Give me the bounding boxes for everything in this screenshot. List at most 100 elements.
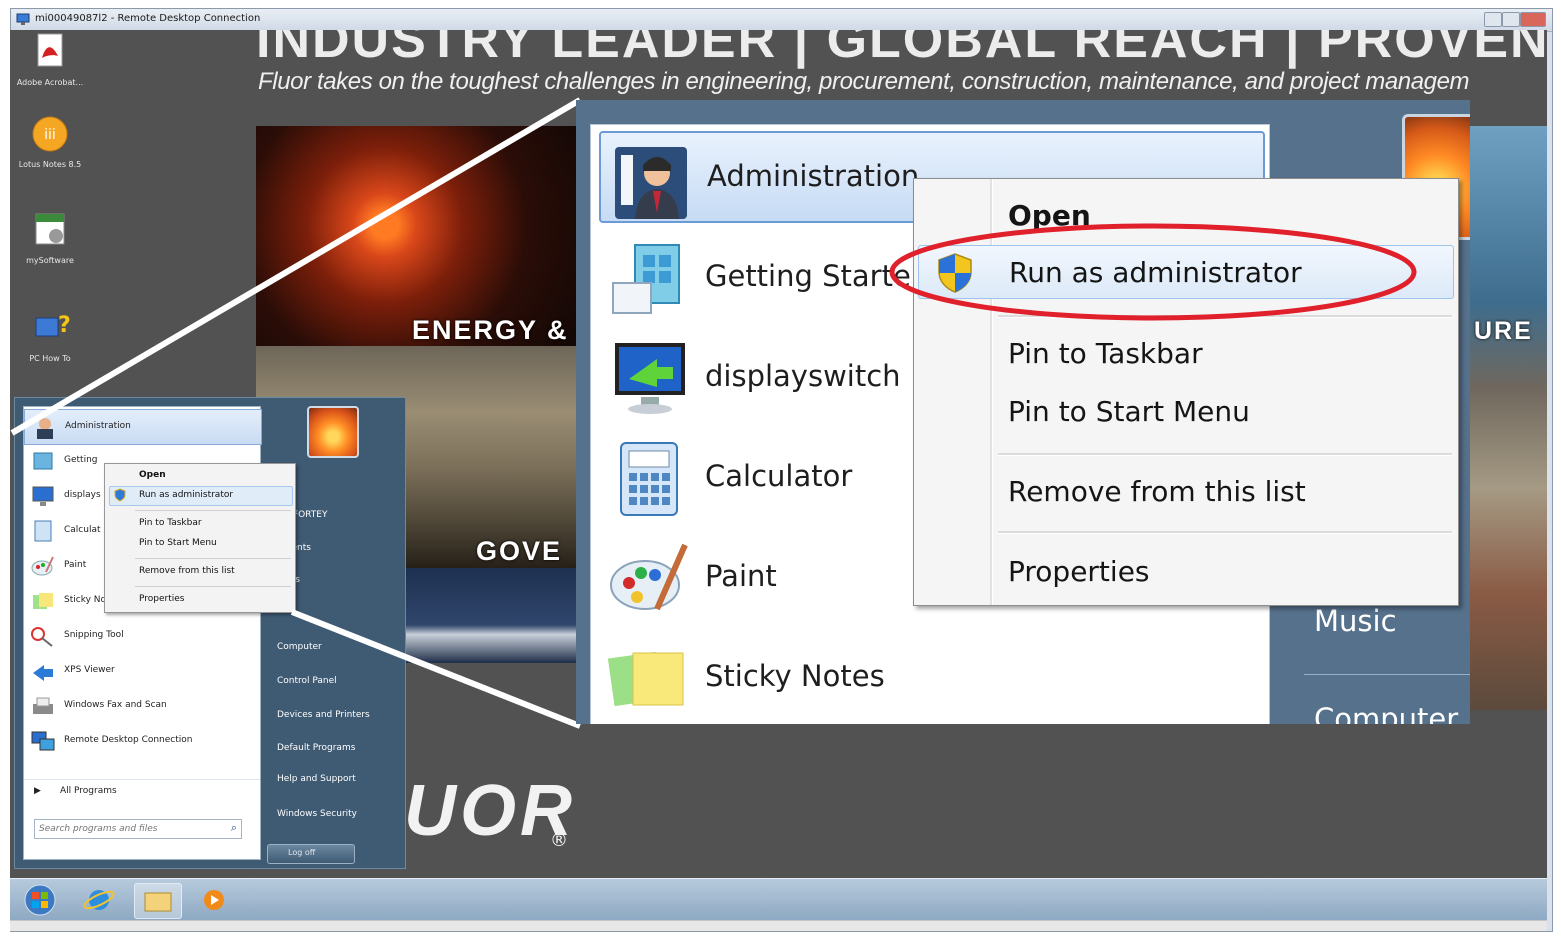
log-off-label: Log off [288,848,316,857]
start-item-administration[interactable]: Administration [24,409,262,445]
menu-separator [998,315,1452,318]
calculator-icon [34,520,52,542]
title-bar[interactable]: mi00049087l2 - Remote Desktop Connection [11,9,1552,32]
menu-separator [135,558,291,559]
context-menu-open-label: Open [1008,199,1091,232]
desktop-icon-acrobat[interactable]: Adobe Acrobat... [16,32,84,88]
search-input[interactable] [39,822,209,836]
displayswitch-icon [615,343,685,414]
start-orb-button[interactable] [18,883,64,917]
paint-icon [610,543,688,611]
xps-viewer-icon [33,665,53,681]
menu-separator [998,531,1452,534]
sticky-notes-icon [607,651,684,707]
zoomed-item-label: Sticky Notes [705,659,885,693]
all-programs-button[interactable]: ▶ All Programs [24,779,260,804]
sticky-notes-icon [33,593,53,609]
government-label: GOVE [476,536,563,566]
acrobat-icon [37,33,63,67]
desktop-icon-lotus-notes[interactable]: iii Lotus Notes 8.5 [16,114,84,170]
start-item-label: Windows Fax and Scan [64,700,167,710]
getting-started-icon [612,244,680,314]
small-menu-pin-start[interactable]: Pin to Start Menu [139,538,217,548]
all-programs-label: All Programs [60,786,117,796]
context-menu-remove-from-list[interactable]: Remove from this list [918,463,1452,515]
context-menu-properties[interactable]: Properties [918,543,1452,595]
start-item-label: Paint [64,560,87,570]
context-menu-open[interactable]: Open [918,187,1452,239]
small-menu-remove[interactable]: Remove from this list [139,566,235,576]
start-item-label: Getting [64,455,98,465]
calculator-icon [620,442,678,516]
menu-separator [998,453,1452,456]
zoomed-right-separator [1304,674,1470,675]
window-title: mi00049087l2 - Remote Desktop Connection [35,13,261,24]
start-right-control-panel[interactable]: Control Panel [277,676,337,686]
small-menu-pin-taskbar[interactable]: Pin to Taskbar [139,518,202,528]
horizontal-scrollbar[interactable] [10,920,1547,931]
displayswitch-icon [32,486,54,506]
context-menu-pin-to-start-menu-label: Pin to Start Menu [1008,395,1250,428]
folder-icon [144,892,172,912]
small-menu-properties[interactable]: Properties [139,594,184,604]
energy-photo [256,126,578,346]
administration-icon [615,147,687,219]
desktop-icon-label: PC How To [29,354,71,363]
taskbar-media-player[interactable] [192,883,238,917]
start-item-windows-fax-and-scan[interactable]: Windows Fax and Scan [24,689,260,723]
banner-heading: INDUSTRY LEADER | GLOBAL REACH | PROVEN … [256,30,1547,69]
start-item-label: displays [64,490,101,500]
mysoftware-icon [35,213,65,245]
start-item-remote-desktop-connection[interactable]: Remote Desktop Connection [24,724,260,758]
zoomed-item-label: Getting Starte [705,259,911,293]
svg-text:?: ? [58,313,70,338]
desktop-icon-label: mySoftware [26,256,74,265]
start-right-help-support[interactable]: Help and Support [277,774,356,784]
minimize-button[interactable] [1484,12,1502,27]
context-menu-run-as-administrator-label: Run as administrator [1009,256,1302,289]
close-button[interactable] [1520,12,1546,27]
zoomed-right-computer[interactable]: Computer [1314,702,1458,724]
restore-button[interactable] [1502,12,1520,27]
infrastructure-label: URE [1474,317,1533,345]
context-menu-properties-label: Properties [1008,555,1150,588]
log-off-button[interactable]: Log off [267,844,355,864]
arrow-right-icon: ▶ [34,786,41,796]
desktop-icon-pc-how-to[interactable]: ? PC How To [16,308,84,364]
menu-separator [135,510,291,511]
start-item-label: Snipping Tool [64,630,124,640]
start-right-windows-security[interactable]: Windows Security [277,809,357,819]
start-item-xps-viewer[interactable]: XPS Viewer [24,654,260,688]
windows-logo-icon [24,884,56,916]
start-right-computer[interactable]: Computer [277,642,322,652]
taskbar-explorer[interactable] [134,883,182,919]
banner-tagline: Fluor takes on the toughest challenges i… [258,68,1470,95]
start-right-default-programs[interactable]: Default Programs [277,743,355,753]
energy-label: ENERGY & [412,315,569,345]
start-right-devices-printers[interactable]: Devices and Printers [277,710,370,720]
zoomed-item-sticky-notes[interactable]: Sticky Notes [599,629,1261,724]
context-menu-remove-from-list-label: Remove from this list [1008,475,1306,508]
zoomed-right-music[interactable]: Music [1314,604,1397,638]
context-menu-pin-to-start-menu[interactable]: Pin to Start Menu [918,383,1452,435]
snipping-tool-icon [31,627,53,647]
zoomed-item-label: Administration [707,159,920,193]
svg-text:iii: iii [44,127,56,143]
desktop-icon-mysoftware[interactable]: mySoftware [16,210,84,266]
context-menu-run-as-administrator[interactable]: Run as administrator [918,245,1454,299]
uac-shield-icon [114,488,126,502]
context-menu-pin-to-taskbar[interactable]: Pin to Taskbar [918,325,1452,377]
desktop-icon-label: Adobe Acrobat... [16,78,84,87]
zoomed-item-label: Calculator [705,459,853,493]
taskbar-internet-explorer[interactable] [76,883,122,917]
registered-mark: ® [550,830,568,851]
user-picture[interactable] [307,406,359,458]
start-search-box[interactable]: ⌕ [34,819,242,839]
paint-icon [31,556,54,576]
small-menu-open[interactable]: Open [139,470,166,480]
start-item-snipping-tool[interactable]: Snipping Tool [24,619,260,653]
search-icon: ⌕ [230,821,237,834]
zoomed-item-label: Paint [705,559,777,593]
taskbar [10,878,1547,921]
small-menu-run-as-administrator[interactable]: Run as administrator [139,490,233,500]
